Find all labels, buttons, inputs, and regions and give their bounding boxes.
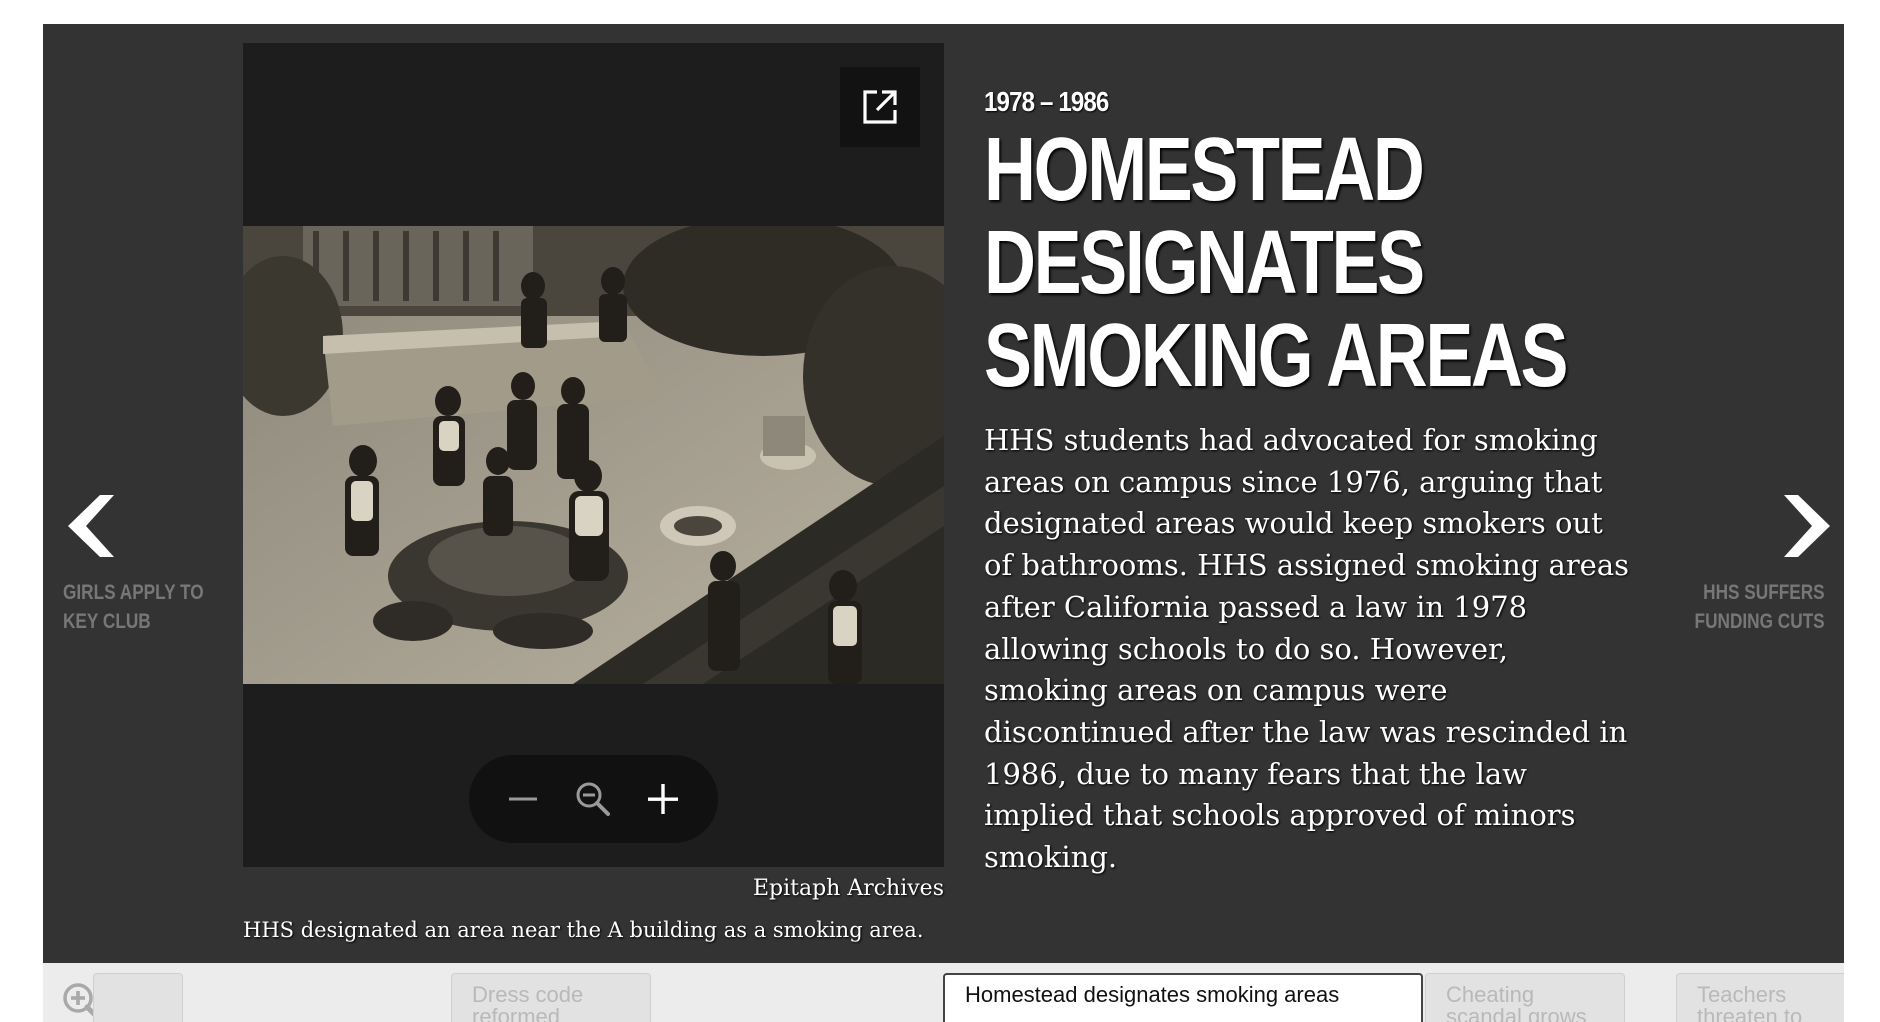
slide-headline: HOMESTEAD DESIGNATES SMOKING AREAS: [984, 120, 1569, 406]
body-line: allowing schools to do so. However,: [984, 631, 1508, 666]
timeline-tab[interactable]: Cheating scandal grows: [1425, 973, 1625, 1022]
timeline-nav: Dress code reformed Homestead designates…: [43, 963, 1844, 1022]
timeline-tab-label: Cheating scandal grows: [1446, 982, 1587, 1022]
body-line: HHS students had advocated for smoking: [984, 423, 1598, 457]
headline-line: SMOKING AREAS: [984, 306, 1569, 406]
open-in-new-icon: [863, 90, 897, 124]
timeline-tab-active[interactable]: Homestead designates smoking areas: [943, 973, 1423, 1022]
next-slide-label[interactable]: HHS SUFFERS FUNDING CUTS: [1695, 578, 1825, 636]
zoom-controls: [469, 755, 718, 843]
body-line: discontinued after the law was rescinded…: [984, 714, 1628, 749]
date-range: 1978 – 1986: [984, 86, 1109, 117]
zoom-in-button[interactable]: [633, 769, 693, 829]
previous-slide-button[interactable]: [60, 486, 120, 566]
timeline-tab-label: Teachers threaten to: [1697, 982, 1803, 1022]
zoom-reset-button[interactable]: [563, 769, 623, 829]
timeline-tab-label: Dress code reformed: [472, 982, 584, 1022]
body-line: 1986, due to many fears that the law: [984, 756, 1527, 791]
zoom-out-button[interactable]: [493, 769, 553, 829]
next-label-line: HHS SUFFERS: [1703, 581, 1825, 604]
previous-label-line: GIRLS APPLY TO: [63, 581, 204, 604]
body-line: smoking.: [984, 840, 1118, 875]
timeline-tab[interactable]: Teachers threaten to: [1676, 973, 1844, 1022]
headline-line: DESIGNATES: [984, 213, 1425, 313]
previous-label-line: KEY CLUB: [63, 610, 151, 633]
body-line: after California passed a law in 1978: [984, 589, 1528, 624]
minus-icon: [509, 797, 537, 801]
body-line: designated areas would keep smokers out: [984, 506, 1603, 541]
previous-slide-label[interactable]: GIRLS APPLY TO KEY CLUB: [63, 578, 204, 636]
next-label-line: FUNDING CUTS: [1694, 610, 1825, 633]
magnifier-icon: [576, 782, 610, 816]
headline-line: HOMESTEAD: [984, 120, 1425, 220]
timeline-tab[interactable]: [93, 973, 183, 1022]
body-line: implied that schools approved of minors: [984, 798, 1576, 833]
plus-icon: [648, 784, 678, 814]
body-line: smoking areas on campus were: [984, 673, 1448, 708]
chevron-left-icon: [68, 495, 114, 557]
body-line: of bathrooms. HHS assigned smoking areas: [984, 548, 1630, 583]
slide-body: HHS students had advocated for smoking a…: [984, 420, 1630, 879]
photo-caption: HHS designated an area near the A buildi…: [243, 918, 924, 942]
chevron-right-icon: [1784, 495, 1830, 557]
timeline-tab[interactable]: Dress code reformed: [451, 973, 651, 1022]
archive-photo-image: [243, 226, 944, 684]
timeline-tab-label: Homestead designates smoking areas: [965, 982, 1340, 1007]
archive-photo: [243, 226, 944, 684]
body-line: areas on campus since 1976, arguing that: [984, 464, 1603, 499]
next-slide-button[interactable]: [1778, 486, 1838, 566]
open-media-button[interactable]: [840, 67, 920, 147]
photo-credit: Epitaph Archives: [752, 876, 944, 901]
